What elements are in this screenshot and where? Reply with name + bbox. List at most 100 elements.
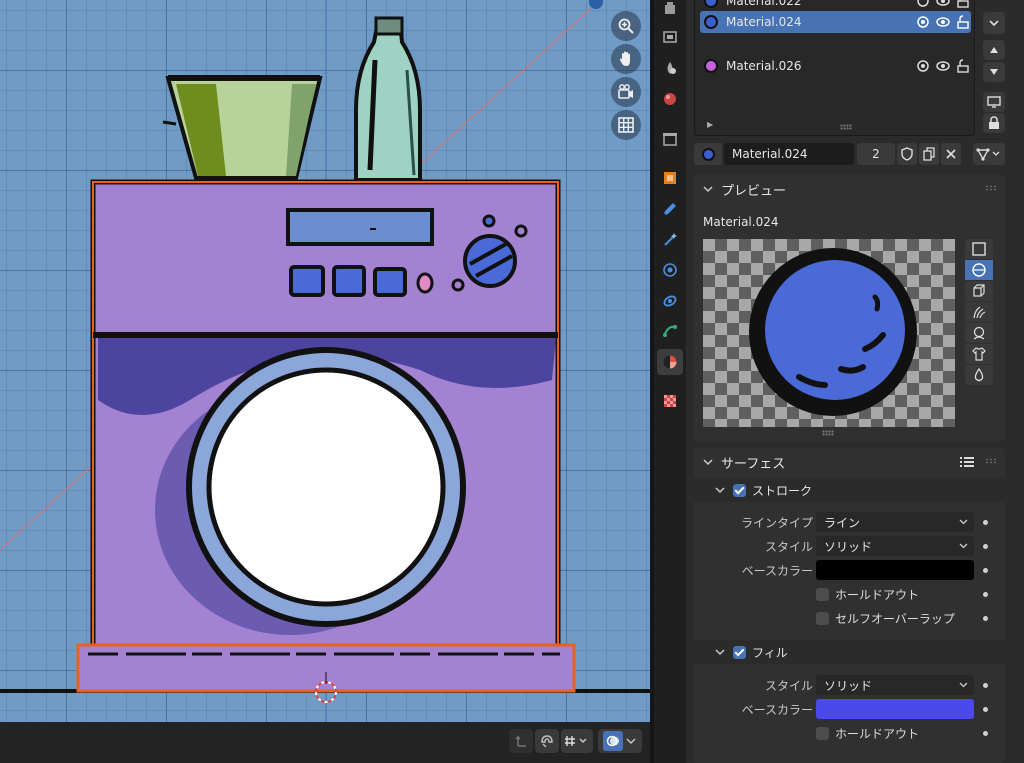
chevron-down-icon	[959, 519, 968, 525]
parent-arrow-icon[interactable]	[509, 729, 533, 753]
self-overlap-row: セルフオーバーラップ	[693, 607, 1005, 629]
link-icon[interactable]	[915, 0, 931, 9]
stroke-holdout-checkbox[interactable]: ホールドアウト	[816, 586, 919, 603]
material-slot-list[interactable]: Material.022 Material.024 Material.026 ▶	[694, 0, 975, 136]
list-icon[interactable]	[959, 455, 975, 469]
eye-icon[interactable]	[935, 58, 951, 74]
keyframe-dot-icon[interactable]	[983, 730, 988, 736]
monitor-icon[interactable]	[983, 92, 1005, 112]
viewport-header-bar	[0, 722, 650, 763]
keyframe-dot-icon[interactable]	[983, 615, 988, 621]
snap-magnet-icon[interactable]	[535, 729, 559, 753]
cube-icon[interactable]	[965, 281, 993, 301]
physics-icon[interactable]	[657, 257, 683, 283]
tool-icon[interactable]	[657, 0, 683, 22]
data-icon[interactable]	[657, 318, 683, 344]
users-count[interactable]: 2	[857, 143, 895, 165]
chevron-down-icon[interactable]	[983, 12, 1005, 34]
keyframe-dot-icon[interactable]	[983, 706, 988, 712]
render-icon[interactable]	[657, 24, 683, 50]
flat-icon[interactable]	[965, 239, 993, 259]
chevron-down-icon	[703, 186, 713, 193]
link-icon[interactable]	[915, 58, 931, 74]
shield-icon[interactable]	[897, 143, 917, 165]
node-link-icon[interactable]	[973, 143, 1005, 165]
properties-tabs	[654, 0, 686, 763]
stroke-style-dropdown[interactable]: ソリッド	[816, 536, 974, 556]
3d-viewport[interactable]	[0, 0, 650, 722]
material-ball-icon	[704, 15, 718, 29]
keyframe-dot-icon[interactable]	[983, 567, 988, 573]
zoom-icon[interactable]	[611, 11, 641, 41]
view-layer-icon[interactable]	[657, 86, 683, 112]
browse-material-icon[interactable]	[694, 143, 722, 165]
output-icon[interactable]	[657, 55, 683, 81]
chevron-down-icon	[959, 682, 968, 688]
cloth-icon[interactable]	[965, 344, 993, 364]
lock-icon[interactable]	[983, 113, 1005, 133]
grid-icon[interactable]	[611, 110, 641, 140]
unlink-button[interactable]	[941, 143, 961, 165]
panel-title: サーフェス	[721, 456, 786, 472]
texture-icon[interactable]	[657, 388, 683, 414]
node-link-button[interactable]	[973, 143, 1005, 165]
move-up-icon[interactable]	[983, 40, 1005, 60]
material-selector	[694, 143, 722, 165]
stroke-color-swatch[interactable]	[816, 560, 974, 580]
lock-icon[interactable]	[955, 0, 971, 9]
fill-checkbox[interactable]	[733, 645, 746, 659]
line-type-dropdown[interactable]: ライン	[816, 512, 974, 532]
hair-icon[interactable]	[965, 302, 993, 322]
monkey-icon[interactable]	[965, 323, 993, 343]
surface-panel-header[interactable]: サーフェス	[693, 448, 1005, 476]
self-overlap-checkbox[interactable]: セルフオーバーラップ	[816, 610, 955, 627]
fluid-icon[interactable]	[965, 365, 993, 385]
keyframe-dot-icon[interactable]	[983, 543, 988, 549]
link-icon[interactable]	[915, 14, 931, 30]
snap-grid-icon[interactable]	[561, 729, 593, 753]
duplicate-icon[interactable]	[919, 143, 939, 165]
duplicate-button[interactable]	[919, 143, 939, 165]
keyframe-dot-icon[interactable]	[983, 519, 988, 525]
fill-style-dropdown[interactable]: ソリッド	[816, 675, 974, 695]
preview-panel-header[interactable]: プレビュー	[693, 175, 1005, 203]
scene-icon[interactable]	[657, 126, 683, 152]
material-ball-icon	[704, 59, 718, 73]
material-name-field[interactable]: Material.024	[724, 143, 854, 165]
object-icon[interactable]	[657, 165, 683, 191]
fill-subpanel-header[interactable]: フィル	[693, 640, 1005, 664]
expand-triangle-icon[interactable]: ▶	[707, 120, 713, 129]
sphere-icon[interactable]	[965, 260, 993, 280]
fake-user-button[interactable]	[897, 143, 917, 165]
constraints-icon[interactable]	[657, 288, 683, 314]
eye-icon[interactable]	[935, 14, 951, 30]
fill-holdout-checkbox[interactable]: ホールドアウト	[816, 725, 919, 742]
fill-color-swatch[interactable]	[816, 699, 974, 719]
list-item[interactable]: Material.024	[700, 11, 971, 33]
lock-icon[interactable]	[955, 14, 971, 30]
close-icon[interactable]	[941, 143, 961, 165]
eye-icon[interactable]	[935, 0, 951, 9]
drag-handle[interactable]	[985, 185, 997, 191]
lock-icon[interactable]	[955, 58, 971, 74]
keyframe-dot-icon[interactable]	[983, 591, 988, 597]
overlay-icon[interactable]	[598, 729, 642, 753]
move-down-icon[interactable]	[983, 62, 1005, 82]
list-item[interactable]: Material.026	[700, 55, 971, 77]
chevron-down-icon	[715, 487, 725, 494]
stroke-subpanel-header[interactable]: ストローク	[693, 478, 1005, 502]
chevron-down-icon	[703, 459, 713, 466]
stroke-style-row: スタイル ソリッド	[693, 535, 1005, 557]
cup-drawing	[162, 75, 323, 180]
keyframe-dot-icon[interactable]	[983, 682, 988, 688]
drag-handle[interactable]	[985, 458, 997, 464]
modifier-icon[interactable]	[657, 196, 683, 222]
hand-pan-icon[interactable]	[611, 44, 641, 74]
stroke-checkbox[interactable]	[733, 483, 746, 497]
effects-icon[interactable]	[657, 227, 683, 253]
camera-icon[interactable]	[611, 77, 641, 107]
properties-editor: Material.022 Material.024 Material.026 ▶	[686, 0, 1024, 763]
material-icon[interactable]	[657, 349, 683, 375]
resize-handle[interactable]	[822, 430, 834, 436]
resize-handle[interactable]	[840, 124, 852, 130]
